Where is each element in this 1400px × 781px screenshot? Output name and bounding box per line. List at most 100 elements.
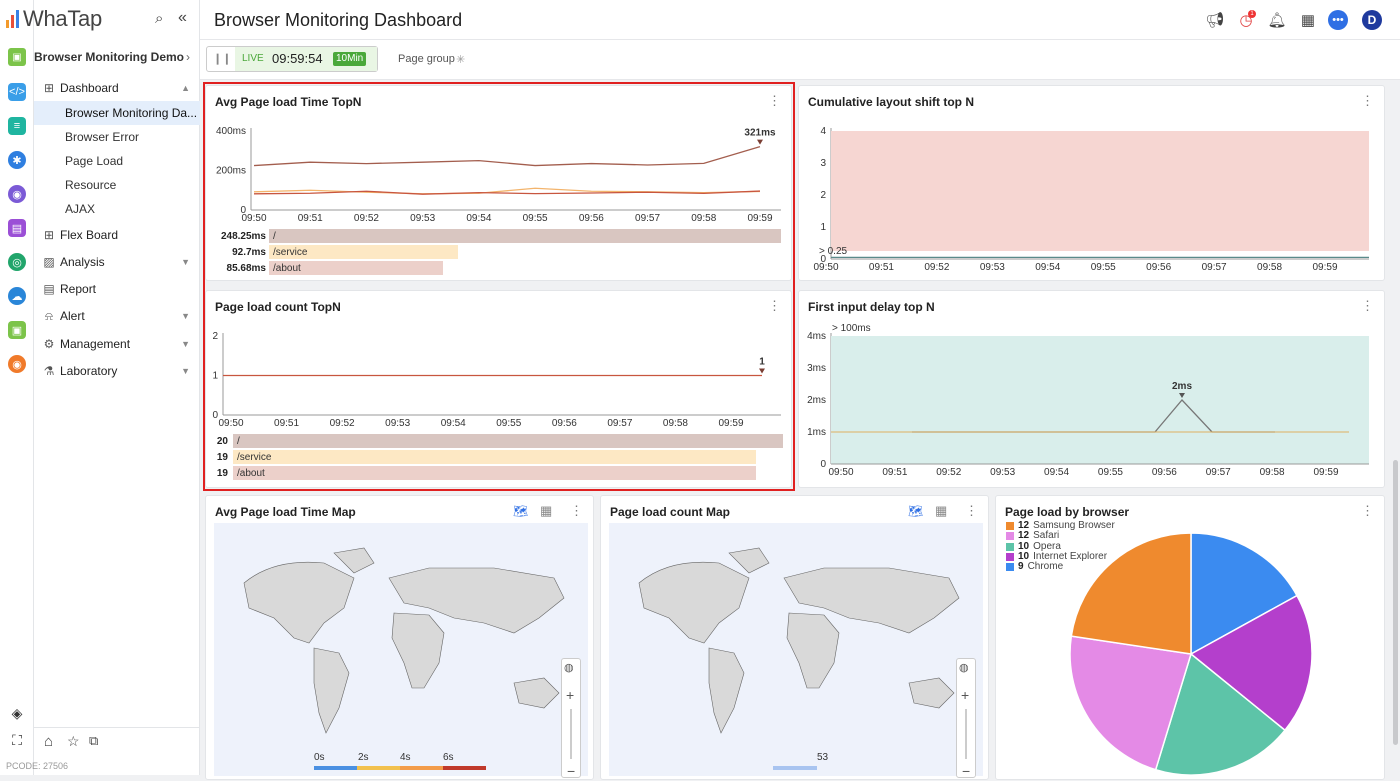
sidebar-item-dashboard[interactable]: ⊞ Dashboard ▲: [34, 76, 200, 100]
zoom-in-button[interactable]: +: [566, 687, 574, 703]
world-map[interactable]: [609, 523, 983, 776]
chevron-right-icon: ›: [186, 50, 190, 64]
topn-row[interactable]: 20 /: [206, 434, 793, 448]
database-icon[interactable]: ◉: [8, 185, 26, 203]
home-icon[interactable]: ⌂: [44, 733, 53, 750]
calendar-icon[interactable]: ▦: [1298, 10, 1318, 30]
sidebar-item-label: Laboratory: [60, 364, 118, 378]
topn-row[interactable]: 19/about: [206, 466, 793, 480]
y-tick-label: 2: [212, 331, 218, 342]
x-tick-label: 09:58: [691, 213, 716, 224]
sidebar-item-analysis[interactable]: ▨ Analysis ▼: [34, 250, 200, 274]
topn-row[interactable]: 19/service: [206, 450, 793, 464]
y-tick-label: 2: [820, 190, 826, 201]
scrollbar[interactable]: [1393, 460, 1398, 745]
more-vertical-icon[interactable]: ⋮: [1361, 299, 1374, 312]
x-tick-label: 09:50: [828, 467, 853, 478]
x-tick-label: 09:57: [1206, 467, 1231, 478]
kubernetes-icon[interactable]: ✱: [8, 151, 26, 169]
sidebar-item-resource[interactable]: Resource: [34, 173, 200, 197]
log-icon[interactable]: ▤: [8, 219, 26, 237]
legend-item[interactable]: 9 Chrome: [1006, 562, 1063, 572]
legend-swatch: [1006, 532, 1014, 541]
live-time-box[interactable]: LIVE 09:59:54 10Min: [235, 47, 377, 71]
sidebar-item-label: Resource: [65, 178, 117, 192]
topn-row[interactable]: 248.25ms /: [206, 229, 793, 243]
x-tick-label: 09:59: [718, 418, 743, 429]
more-vertical-icon[interactable]: ⋮: [1361, 94, 1374, 107]
topn-row[interactable]: 85.68ms/about: [206, 261, 793, 275]
range-badge[interactable]: 10Min: [333, 52, 367, 66]
x-tick-label: 09:52: [924, 262, 949, 273]
more-vertical-icon[interactable]: ⋮: [768, 94, 781, 107]
collapse-sidebar-icon[interactable]: «: [178, 9, 187, 27]
bell-icon[interactable]: 🔔︎: [1267, 10, 1287, 30]
code-icon[interactable]: </>: [8, 83, 26, 101]
threshold-band: [831, 131, 1369, 251]
search-icon[interactable]: ⌕: [155, 10, 163, 27]
more-vertical-icon[interactable]: ⋮: [965, 504, 978, 517]
alarm-icon[interactable]: ◷ 1: [1236, 10, 1256, 30]
legend-value: 53: [817, 752, 829, 763]
sidebar-item-label: Dashboard: [60, 81, 119, 95]
avatar[interactable]: D: [1362, 10, 1382, 30]
zoom-in-button[interactable]: +: [961, 687, 969, 703]
sidebar-item-management[interactable]: ⚙ Management ▼: [34, 332, 200, 356]
y-tick-label: 3ms: [807, 363, 826, 374]
x-tick-label: 09:56: [552, 418, 577, 429]
globe-icon[interactable]: ◍: [564, 661, 574, 674]
table-view-icon[interactable]: ▦: [935, 503, 947, 519]
sidebar-item-browser-monitoring-dashboard[interactable]: Browser Monitoring Da...: [34, 101, 200, 125]
notification-badge: 1: [1248, 10, 1256, 18]
world-map[interactable]: [214, 523, 588, 776]
x-tick-label: 09:53: [410, 213, 435, 224]
x-tick-label: 09:56: [1152, 467, 1177, 478]
legend-label: Safari: [1033, 530, 1060, 542]
flask-icon: ⚗: [43, 364, 55, 378]
zoom-out-button[interactable]: −: [567, 763, 575, 779]
chevron-down-icon: ▼: [181, 366, 190, 376]
sidebar-item-alert[interactable]: ⍾ Alert ▼: [34, 304, 200, 328]
search-list-icon[interactable]: ⧉: [89, 733, 98, 749]
globe-icon[interactable]: ◍: [959, 661, 969, 674]
sidebar-item-flex-board[interactable]: ⊞ Flex Board: [34, 223, 200, 247]
sidebar-item-browser-error[interactable]: Browser Error: [34, 125, 200, 149]
megaphone-icon[interactable]: 📢︎: [1205, 10, 1225, 30]
live-time: 09:59:54: [272, 51, 323, 66]
sidebar-item-page-load[interactable]: Page Load: [34, 149, 200, 173]
zoom-slider[interactable]: [570, 709, 572, 759]
x-tick-label: 09:54: [1035, 262, 1060, 273]
sidebar-item-label: Browser Monitoring Da...: [65, 106, 198, 120]
zoom-slider[interactable]: [965, 709, 967, 759]
legend-count: 9: [1018, 561, 1024, 573]
table-view-icon[interactable]: ▦: [540, 503, 552, 519]
broadcast-icon[interactable]: ◉: [8, 355, 26, 373]
chat-icon[interactable]: •••: [1328, 10, 1348, 30]
topn-bar: /: [233, 434, 783, 448]
more-vertical-icon[interactable]: ⋮: [768, 299, 781, 312]
network-icon[interactable]: ◎: [8, 253, 26, 271]
fid-line-chart: 4ms 3ms 2ms 1ms 009:50 09:51 09:52 09:53 09:54 09…: [807, 323, 1369, 478]
project-selector[interactable]: ▣ Browser Monitoring Demo ›: [8, 44, 200, 70]
legend-item[interactable]: 12 Safari: [1006, 531, 1059, 541]
page-group-filter[interactable]: Page group: [398, 53, 455, 65]
sidebar-item-ajax[interactable]: AJAX: [34, 197, 200, 221]
sidebar-item-laboratory[interactable]: ⚗ Laboratory ▼: [34, 359, 200, 383]
server-icon[interactable]: ≡: [8, 117, 26, 135]
pause-icon[interactable]: ❙❙: [213, 52, 231, 66]
map-view-icon[interactable]: 🗺︎: [513, 504, 528, 518]
cloud-icon[interactable]: ☁: [8, 287, 26, 305]
sidebar-item-label: Flex Board: [60, 228, 119, 242]
more-vertical-icon[interactable]: ⋮: [570, 504, 583, 517]
fullscreen-icon[interactable]: ⛶: [8, 731, 26, 749]
topn-row[interactable]: 92.7ms/service: [206, 245, 793, 259]
zoom-out-button[interactable]: −: [962, 763, 970, 779]
whatap-logo[interactable]: WhaTap: [6, 6, 102, 32]
legend-gradient: [314, 766, 486, 770]
browser-icon[interactable]: ▣: [8, 321, 26, 339]
sidebar-item-report[interactable]: ▤ Report: [34, 277, 200, 301]
y-tick-label: 200ms: [216, 166, 246, 177]
paint-bucket-icon[interactable]: ◈: [8, 704, 26, 722]
map-view-icon[interactable]: 🗺︎: [908, 504, 923, 518]
star-icon[interactable]: ☆: [67, 733, 80, 750]
